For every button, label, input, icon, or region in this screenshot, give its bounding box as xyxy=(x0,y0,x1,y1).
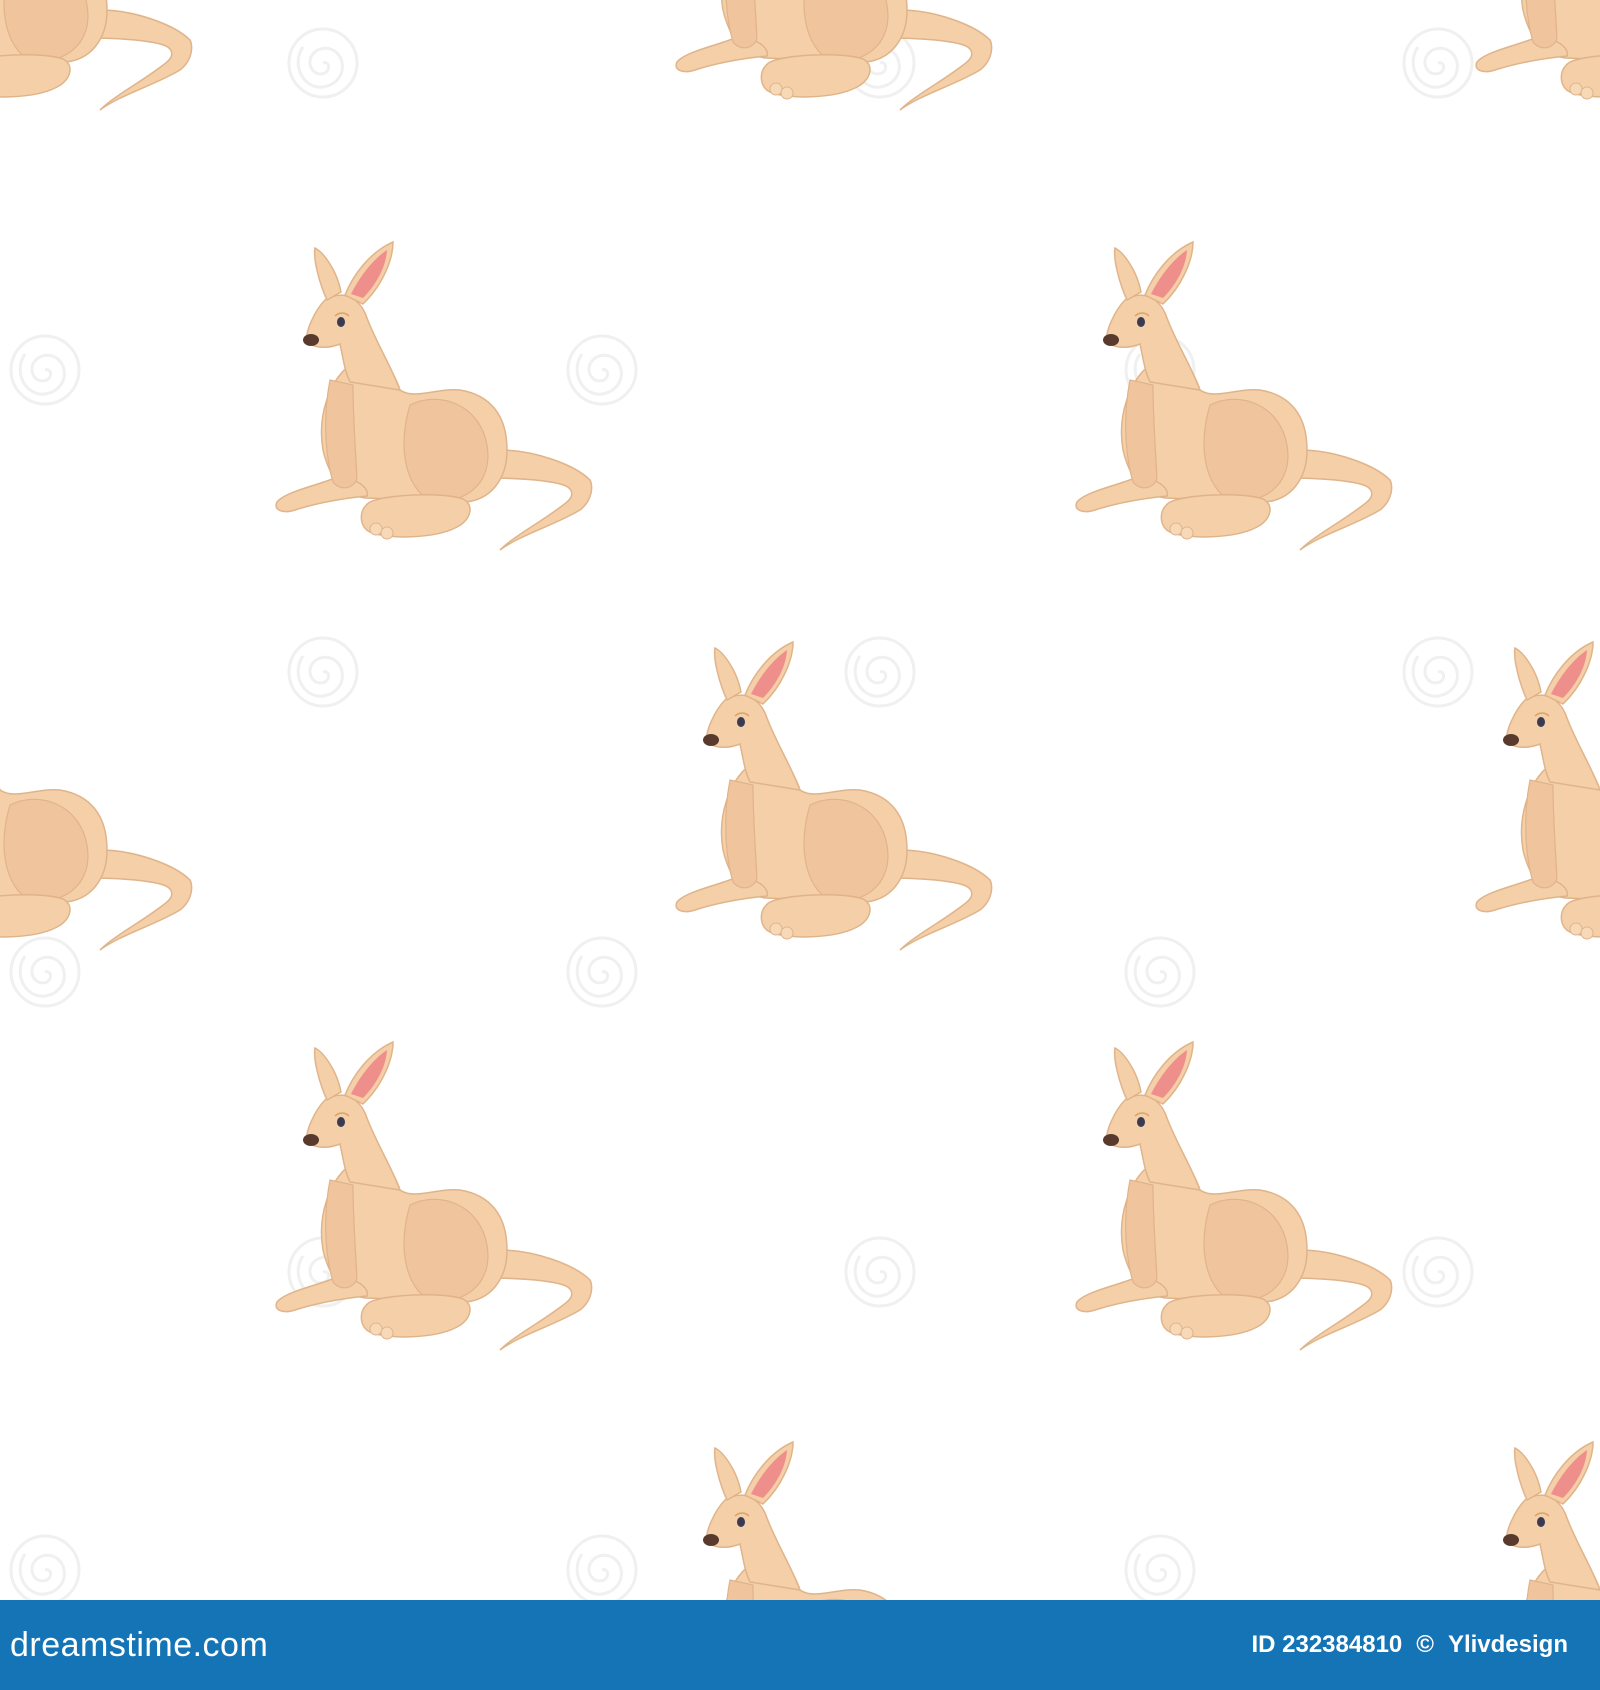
dreamstime-brand[interactable]: dreamstime.com xyxy=(10,1626,268,1665)
watermark-footer-bar: dreamstime.com ID 232384810 © Ylivdesign xyxy=(0,1600,1600,1690)
brand-text: dreamstime.com xyxy=(10,1625,269,1664)
kangaroo-illustration xyxy=(0,0,1600,1600)
author-name[interactable]: Ylivdesign xyxy=(1448,1631,1568,1659)
image-credit: ID 232384810 © Ylivdesign xyxy=(1251,1631,1568,1659)
copyright-symbol: © xyxy=(1416,1631,1434,1658)
kangaroo-pattern xyxy=(0,0,1600,1600)
image-id: ID 232384810 xyxy=(1251,1631,1403,1658)
pattern-canvas xyxy=(0,0,1600,1600)
